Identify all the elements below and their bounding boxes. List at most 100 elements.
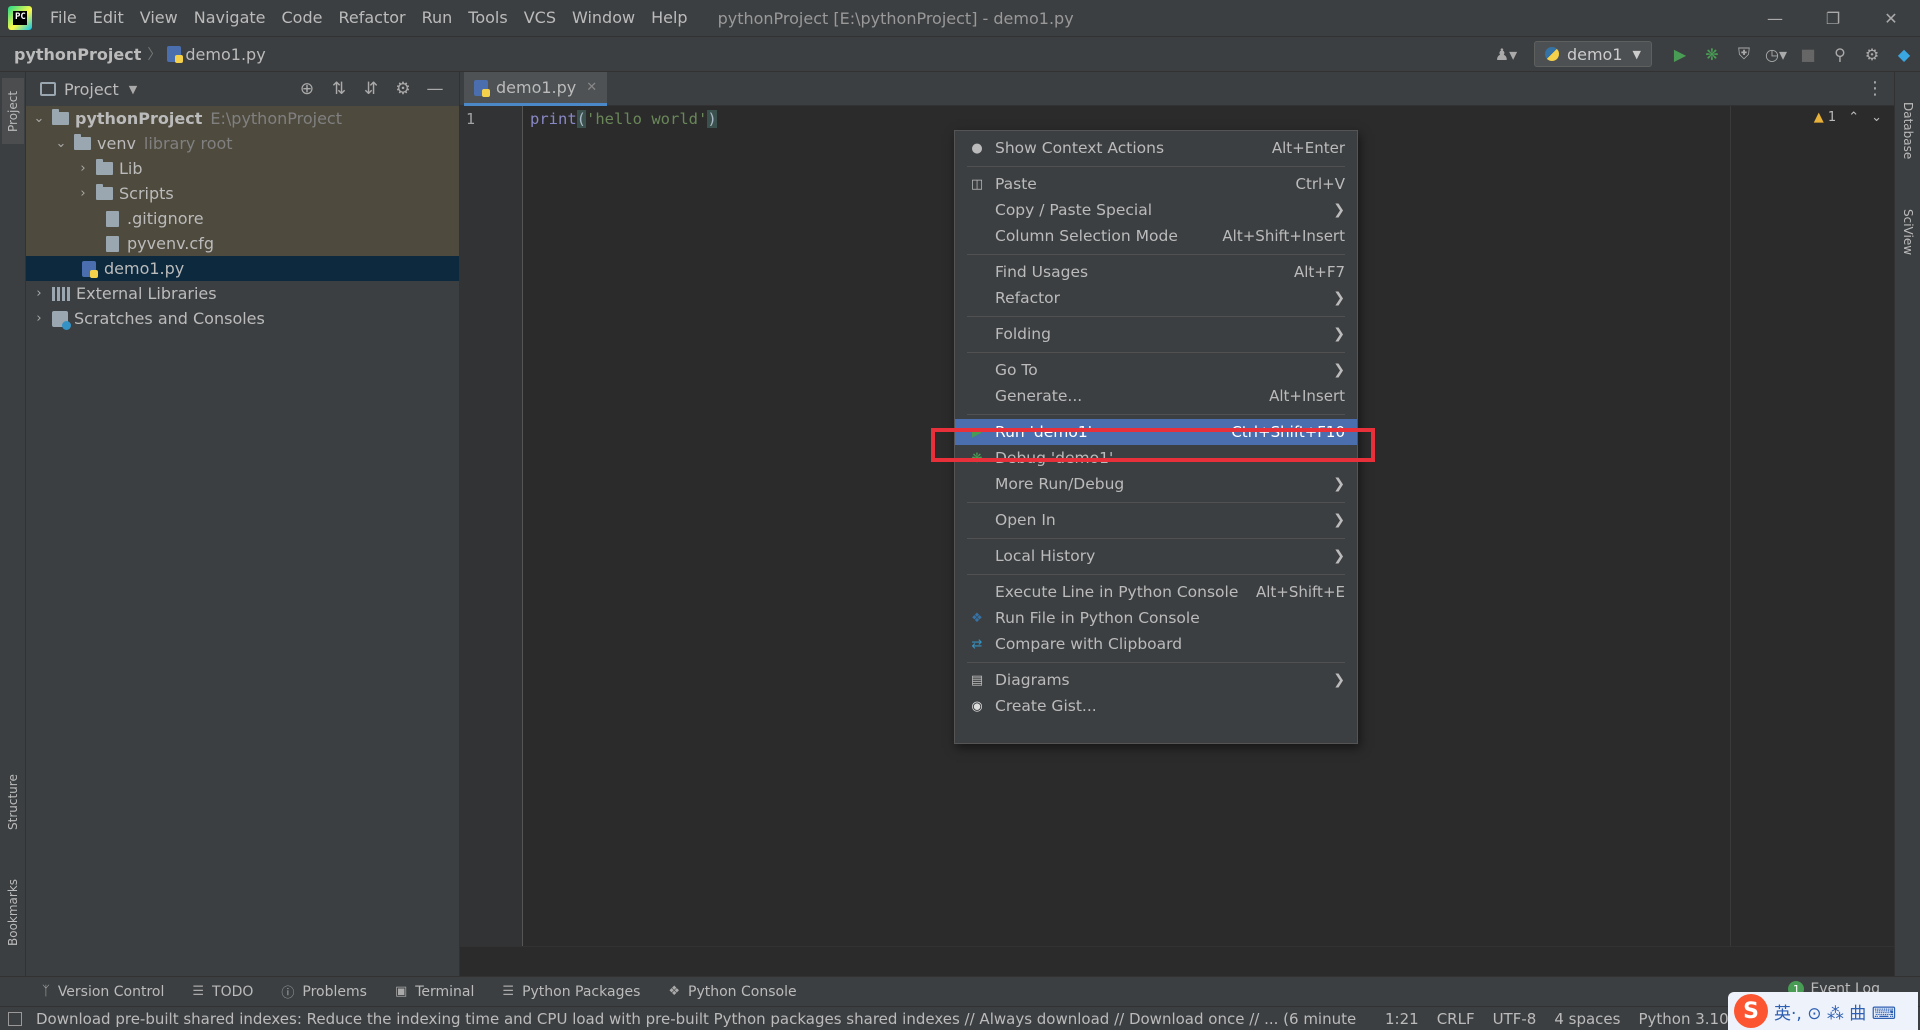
debug-icon[interactable]: ❋: [1698, 40, 1726, 68]
chevron-up-icon[interactable]: ⌃: [1848, 110, 1859, 125]
coverage-icon[interactable]: ⛨: [1730, 40, 1758, 68]
line-separator[interactable]: CRLF: [1437, 1010, 1475, 1028]
tab-python-packages[interactable]: ☰ Python Packages: [502, 984, 640, 1000]
tree-row-demo1[interactable]: demo1.py: [26, 256, 459, 281]
chevron-right-icon[interactable]: ›: [32, 286, 46, 301]
project-panel-title[interactable]: Project: [64, 80, 119, 99]
menu-navigate[interactable]: Navigate: [186, 0, 274, 36]
gear-icon[interactable]: ⚙: [387, 79, 419, 99]
menu-local-history[interactable]: Local History ❯: [955, 543, 1357, 569]
close-window-button[interactable]: ✕: [1862, 0, 1920, 36]
menu-open-in[interactable]: Open In ❯: [955, 507, 1357, 533]
stop-icon[interactable]: ■: [1794, 40, 1822, 68]
tree-row-external-libraries[interactable]: › External Libraries: [26, 281, 459, 306]
collapse-all-icon[interactable]: ⇵: [355, 79, 387, 99]
tab-version-control[interactable]: ᛉ Version Control: [42, 984, 164, 1000]
tab-python-console[interactable]: ❖ Python Console: [668, 984, 796, 1000]
code-paren-open: (: [576, 110, 587, 128]
tool-window-database[interactable]: Database: [1897, 86, 1919, 176]
search-icon[interactable]: ⚲: [1826, 40, 1854, 68]
run-configuration-select[interactable]: demo1 ▼: [1533, 41, 1652, 67]
menu-view[interactable]: View: [132, 0, 186, 36]
menu-copy-paste-special[interactable]: Copy / Paste Special ❯: [955, 197, 1357, 223]
chevron-right-icon[interactable]: ›: [76, 161, 90, 176]
locate-file-icon[interactable]: ⊕: [291, 79, 323, 99]
menu-show-context-actions[interactable]: ● Show Context Actions Alt+Enter: [955, 135, 1357, 161]
editor-tab-demo1[interactable]: demo1.py ✕: [464, 72, 608, 106]
close-icon[interactable]: ✕: [586, 80, 597, 95]
menu-find-usages[interactable]: Find Usages Alt+F7: [955, 259, 1357, 285]
chevron-down-icon[interactable]: ▼: [129, 83, 137, 96]
project-tree: ⌄ pythonProject E:\pythonProject ⌄ venv …: [26, 106, 459, 331]
chevron-down-icon[interactable]: ⌄: [32, 111, 46, 126]
inspection-warning[interactable]: ▲ 1: [1814, 110, 1836, 125]
expand-all-icon[interactable]: ⇅: [323, 79, 355, 99]
indent-setting[interactable]: 4 spaces: [1554, 1010, 1620, 1028]
menu-separator: [967, 662, 1345, 663]
python-icon: [1544, 47, 1559, 61]
menu-edit[interactable]: Edit: [85, 0, 132, 36]
chevron-right-icon[interactable]: ›: [32, 311, 46, 326]
menu-tools[interactable]: Tools: [460, 0, 515, 36]
menu-paste[interactable]: ◫ Paste Ctrl+V: [955, 171, 1357, 197]
inspection-widget[interactable]: ▲ 1 ⌃ ⌄: [1814, 110, 1882, 125]
breadcrumb-project[interactable]: pythonProject: [14, 45, 141, 64]
minimize-button[interactable]: —: [1746, 0, 1804, 36]
tree-row-gitignore[interactable]: .gitignore: [26, 206, 459, 231]
menu-label: Folding: [995, 325, 1051, 343]
tab-label: Problems: [302, 983, 367, 1000]
menu-generate[interactable]: Generate... Alt+Insert: [955, 383, 1357, 409]
menu-run[interactable]: Run: [414, 0, 461, 36]
tree-row-venv[interactable]: ⌄ venv library root: [26, 131, 459, 156]
run-icon[interactable]: ▶: [1666, 40, 1694, 68]
menu-go-to[interactable]: Go To ❯: [955, 357, 1357, 383]
menu-folding[interactable]: Folding ❯: [955, 321, 1357, 347]
chevron-down-icon[interactable]: ⌄: [1871, 110, 1882, 125]
menu-diagrams[interactable]: ▤ Diagrams ❯: [955, 667, 1357, 693]
menu-execute-line-console[interactable]: Execute Line in Python Console Alt+Shift…: [955, 579, 1357, 605]
tree-row-scripts[interactable]: › Scripts: [26, 181, 459, 206]
tree-row-root[interactable]: ⌄ pythonProject E:\pythonProject: [26, 106, 459, 131]
menu-file[interactable]: File: [42, 0, 85, 36]
tree-row-pyvenv[interactable]: pyvenv.cfg: [26, 231, 459, 256]
tree-row-scratches[interactable]: › Scratches and Consoles: [26, 306, 459, 331]
chevron-down-icon[interactable]: ⌄: [54, 136, 68, 151]
menu-window[interactable]: Window: [564, 0, 643, 36]
tool-window-bookmarks[interactable]: Bookmarks: [2, 862, 24, 962]
tab-terminal[interactable]: ▣ Terminal: [395, 984, 474, 1000]
menu-refactor[interactable]: Refactor ❯: [955, 285, 1357, 311]
status-message[interactable]: Download pre-built shared indexes: Reduc…: [36, 1010, 1356, 1028]
tab-todo[interactable]: ☰ TODO: [192, 984, 253, 1000]
menu-run-file-console[interactable]: ❖ Run File in Python Console: [955, 605, 1357, 631]
jetbrains-toolbox-icon[interactable]: ◆: [1890, 40, 1918, 68]
restore-button[interactable]: ❐: [1804, 0, 1862, 36]
breadcrumb-file[interactable]: demo1.py: [185, 45, 265, 64]
menu-code[interactable]: Code: [274, 0, 331, 36]
menu-compare-clipboard[interactable]: ⇄ Compare with Clipboard: [955, 631, 1357, 657]
tool-window-sciview[interactable]: SciView: [1897, 192, 1919, 272]
menu-column-selection-mode[interactable]: Column Selection Mode Alt+Shift+Insert: [955, 223, 1357, 249]
caret-position[interactable]: 1:21: [1385, 1010, 1419, 1028]
menu-vcs[interactable]: VCS: [516, 0, 564, 36]
user-icon[interactable]: ♟▾: [1492, 40, 1520, 68]
menu-help[interactable]: Help: [643, 0, 695, 36]
title-bar: PC File Edit View Navigate Code Refactor…: [0, 0, 1920, 36]
status-bar: Download pre-built shared indexes: Reduc…: [0, 1006, 1920, 1030]
tab-problems[interactable]: ⓘ Problems: [281, 982, 367, 1002]
status-layout-icon[interactable]: [8, 1011, 22, 1026]
menu-refactor[interactable]: Refactor: [330, 0, 413, 36]
chevron-right-icon[interactable]: ›: [76, 186, 90, 201]
gear-icon[interactable]: ⚙: [1858, 40, 1886, 68]
tree-row-lib[interactable]: › Lib: [26, 156, 459, 181]
menu-label: Refactor: [995, 289, 1061, 307]
hide-panel-icon[interactable]: —: [419, 79, 451, 99]
profile-icon[interactable]: ◷▾: [1762, 40, 1790, 68]
menu-more-run-debug[interactable]: More Run/Debug ❯: [955, 471, 1357, 497]
menu-create-gist[interactable]: ◉ Create Gist...: [955, 693, 1357, 719]
file-encoding[interactable]: UTF-8: [1493, 1010, 1537, 1028]
code-line-1[interactable]: print('hello world'): [530, 110, 717, 128]
tool-window-project[interactable]: Project: [2, 78, 24, 144]
tool-window-structure[interactable]: Structure: [2, 762, 24, 842]
more-icon[interactable]: ⋮: [1866, 78, 1884, 99]
menu-separator: [967, 316, 1345, 317]
